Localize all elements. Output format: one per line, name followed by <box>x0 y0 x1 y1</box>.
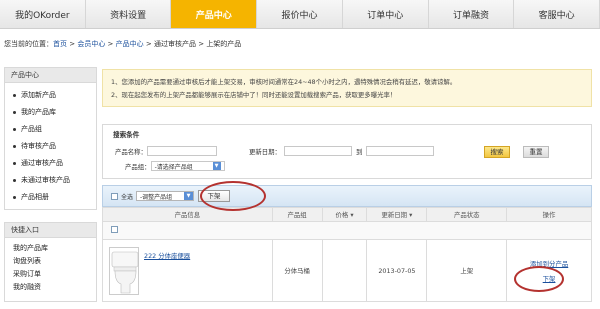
product-table: 产品信息 产品组 价格 ▾ 更新日期 ▾ 产品状态 操作 222 分体座便器 分… <box>102 207 592 302</box>
search-panel: 搜索条件 产品名称： 更新日期： 到 产品组： -请选择产品组 ▼ 搜索 重置 <box>102 124 592 179</box>
cell-price <box>321 239 368 302</box>
breadcrumb-prefix: 您当前的位置： <box>4 40 53 48</box>
bullet-icon <box>13 145 16 148</box>
product-group-label: 产品组： <box>125 162 151 171</box>
search-panel-title: 搜索条件 <box>113 131 140 139</box>
bulk-action-bar: 全选 -调整产品组 ▼ 下架 <box>102 185 592 207</box>
notice-line-2: 2、现在起您发布的上架产品都能够展示在店铺中了！同时还能设置加载搜索产品，获取更… <box>111 91 397 99</box>
bullet-icon <box>13 128 16 131</box>
sidebar-item-product-group[interactable]: 产品组 <box>13 121 96 138</box>
quick-link-purchase-orders[interactable]: 采购订单 <box>11 268 96 281</box>
cell-status: 上架 <box>426 239 508 302</box>
breadcrumb-member-center[interactable]: 会员中心 <box>77 40 105 48</box>
sidebar-item-label: 我的产品库 <box>21 108 56 116</box>
sidebar-item-label: 未通过审核产品 <box>21 176 70 184</box>
col-status: 产品状态 <box>426 207 508 222</box>
product-thumbnail[interactable] <box>109 246 139 295</box>
product-group-select[interactable]: -请选择产品组 ▼ <box>150 161 225 171</box>
breadcrumb-home[interactable]: 首页 <box>53 40 67 48</box>
tab-quote-center[interactable]: 报价中心 <box>257 0 343 28</box>
quick-link-inquiries[interactable]: 询盘列表 <box>11 255 96 268</box>
adjust-group-select[interactable]: -调整产品组 ▼ <box>136 191 195 201</box>
select-all-checkbox[interactable] <box>111 192 118 200</box>
sidebar-item-pending-review[interactable]: 待审核产品 <box>13 138 96 155</box>
reset-button[interactable]: 重置 <box>523 146 549 158</box>
tab-customer-service[interactable]: 客服中心 <box>514 0 600 28</box>
adjust-group-label: -调整产品组 <box>140 193 173 201</box>
annotation-circle <box>200 181 266 211</box>
tab-order-center[interactable]: 订单中心 <box>343 0 429 28</box>
col-price[interactable]: 价格 ▾ <box>321 207 368 222</box>
col-date-label: 更新日期 <box>381 211 408 219</box>
bullet-icon <box>13 111 16 114</box>
sidebar-quick-entry: 快捷入口 我的产品库 询盘列表 采购订单 我的融资 <box>4 222 97 302</box>
quick-link-product-library[interactable]: 我的产品库 <box>11 242 96 255</box>
sidebar-item-approved[interactable]: 通过审核产品 <box>13 155 96 172</box>
product-name-input[interactable] <box>146 146 217 156</box>
search-button[interactable]: 搜索 <box>484 146 510 158</box>
top-nav: 我的OKorder 资料设置 产品中心 报价中心 订单中心 订单融资 客服中心 <box>0 0 600 29</box>
date-to-label: 到 <box>355 147 363 156</box>
breadcrumb: 您当前的位置：首页 > 会员中心 > 产品中心 > 通过审核产品 > 上架的产品 <box>4 39 241 49</box>
annotation-circle <box>514 266 564 292</box>
breadcrumb-separator: > <box>67 40 78 48</box>
sidebar-title: 产品中心 <box>5 68 96 83</box>
select-all-label: 全选 <box>121 193 134 201</box>
sort-down-icon: ▾ <box>350 211 354 219</box>
date-to-input[interactable] <box>366 146 435 156</box>
sidebar-item-add-product[interactable]: 添加新产品 <box>13 87 96 104</box>
sidebar-item-rejected[interactable]: 未通过审核产品 <box>13 172 96 189</box>
breadcrumb-separator: > <box>143 40 154 48</box>
tab-profile-settings[interactable]: 资料设置 <box>86 0 172 28</box>
bullet-icon <box>13 196 16 199</box>
bullet-icon <box>13 162 16 165</box>
sidebar-product-center: 产品中心 添加新产品 我的产品库 产品组 待审核产品 通过审核产品 未通过审核产… <box>4 67 97 210</box>
update-date-label: 更新日期： <box>249 147 281 156</box>
quick-entry-title: 快捷入口 <box>5 223 96 238</box>
notice-line-1: 1、您添加的产品需要通过审核后才能上架交易，审核时间通常在24~48个小时之内，… <box>111 78 457 86</box>
notice-box: 1、您添加的产品需要通过审核后才能上架交易，审核时间通常在24~48个小时之内，… <box>102 69 592 107</box>
chevron-down-icon: ▼ <box>184 192 194 200</box>
breadcrumb-product-center[interactable]: 产品中心 <box>116 40 144 48</box>
col-product-group: 产品组 <box>271 207 323 222</box>
sidebar-item-label: 待审核产品 <box>21 142 56 150</box>
product-group-selected: -请选择产品组 <box>154 163 193 171</box>
sidebar-item-product-library[interactable]: 我的产品库 <box>13 104 96 121</box>
bullet-icon <box>13 94 16 97</box>
toilet-image <box>111 251 139 293</box>
bullet-icon <box>13 179 16 182</box>
breadcrumb-separator: > <box>195 40 207 48</box>
product-name-link[interactable]: 222 分体座便器 <box>144 251 190 260</box>
sidebar-item-label: 产品组 <box>21 125 42 133</box>
sidebar-item-label: 产品相册 <box>21 193 49 201</box>
table-row <box>102 221 592 240</box>
sidebar-item-label: 通过审核产品 <box>21 159 63 167</box>
product-name-label: 产品名称： <box>115 147 147 156</box>
sort-down-icon: ▾ <box>409 211 413 219</box>
col-price-label: 价格 <box>335 211 349 219</box>
col-operations: 操作 <box>506 207 592 222</box>
row-checkbox[interactable] <box>111 226 118 233</box>
cell-group: 分体马桶 <box>271 239 323 302</box>
breadcrumb-listed-products: 上架的产品 <box>206 40 242 48</box>
col-update-date[interactable]: 更新日期 ▾ <box>366 207 428 222</box>
tab-order-financing[interactable]: 订单融资 <box>429 0 515 28</box>
chevron-down-icon: ▼ <box>212 162 221 170</box>
breadcrumb-approved-products: 通过审核产品 <box>153 40 196 48</box>
tab-product-center[interactable]: 产品中心 <box>171 0 258 28</box>
tab-my-okorder[interactable]: 我的OKorder <box>0 0 86 28</box>
date-from-input[interactable] <box>283 146 352 156</box>
quick-link-financing[interactable]: 我的融资 <box>11 281 96 294</box>
sidebar-item-label: 添加新产品 <box>21 91 56 99</box>
breadcrumb-separator: > <box>105 40 116 48</box>
cell-date: 2013-07-05 <box>366 239 428 302</box>
sidebar-item-album[interactable]: 产品相册 <box>13 189 96 206</box>
